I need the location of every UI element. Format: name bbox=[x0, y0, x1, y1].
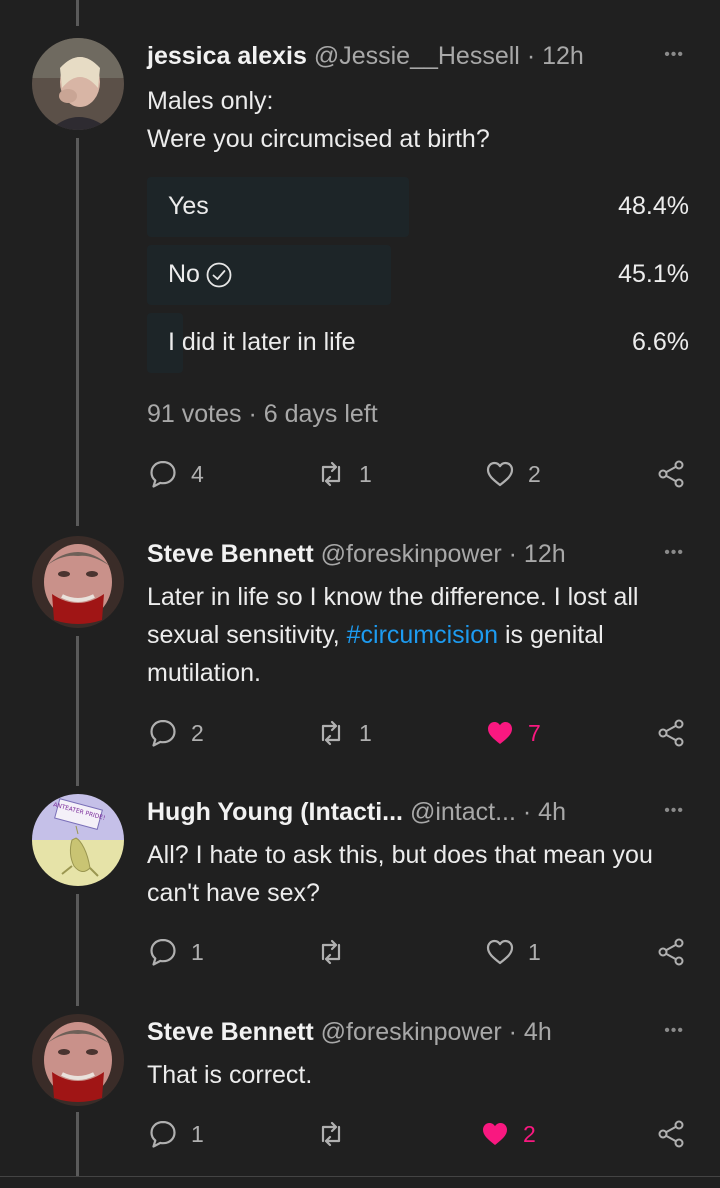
reply-icon bbox=[150, 719, 176, 747]
poll-option-no: No 45.1% bbox=[147, 245, 689, 305]
reply-count: 1 bbox=[191, 1120, 204, 1147]
tweet-text: That is correct. bbox=[147, 1061, 313, 1089]
retweet-count: 1 bbox=[359, 719, 372, 746]
tweet-text-line: Males only: bbox=[147, 87, 274, 115]
reply-button[interactable]: 1 bbox=[147, 936, 204, 968]
retweet-button[interactable]: 1 bbox=[315, 717, 372, 749]
like-count: 2 bbox=[523, 1120, 536, 1147]
timestamp[interactable]: · 12h bbox=[509, 540, 566, 568]
timestamp[interactable]: · 12h bbox=[527, 42, 584, 70]
share-button[interactable] bbox=[655, 1118, 687, 1150]
heart-icon bbox=[486, 939, 514, 965]
retweet-icon bbox=[321, 939, 341, 965]
tweet-header: Hugh Young (Intacti... @intact... · 4h bbox=[147, 798, 690, 827]
check-circle-icon bbox=[206, 262, 232, 287]
user-handle[interactable]: @foreskinpower bbox=[321, 540, 502, 568]
share-button[interactable] bbox=[655, 458, 687, 490]
poll-option-label: No bbox=[168, 260, 200, 288]
poll-option-label: I did it later in life bbox=[168, 328, 356, 356]
retweet-button[interactable] bbox=[315, 936, 359, 968]
tweet-text: Males only: Were you circumcised at birt… bbox=[147, 82, 680, 158]
heart-filled-icon bbox=[483, 1123, 507, 1145]
like-count: 7 bbox=[528, 719, 541, 746]
reply-icon bbox=[150, 1120, 176, 1148]
reply-count: 1 bbox=[191, 938, 204, 965]
more-options-icon[interactable]: ••• bbox=[664, 46, 684, 64]
display-name[interactable]: Steve Bennett bbox=[147, 540, 314, 568]
share-icon bbox=[658, 1120, 684, 1148]
retweet-button[interactable] bbox=[315, 1118, 359, 1150]
user-handle[interactable]: @Jessie__Hessell bbox=[314, 42, 520, 70]
retweet-icon bbox=[321, 720, 341, 746]
tweet-actions: 1 1 bbox=[147, 936, 692, 970]
thread-line bbox=[76, 138, 79, 526]
reply-count: 4 bbox=[191, 460, 204, 487]
display-name[interactable]: Hugh Young (Intacti... bbox=[147, 798, 403, 826]
thread-line bbox=[76, 894, 79, 1006]
timestamp[interactable]: · 4h bbox=[523, 798, 566, 826]
share-icon bbox=[658, 938, 684, 966]
like-button[interactable]: 1 bbox=[484, 936, 541, 968]
poll-option-yes: Yes 48.4% bbox=[147, 177, 689, 237]
reply-button[interactable]: 2 bbox=[147, 717, 204, 749]
poll-option-label: Yes bbox=[168, 192, 209, 220]
tweet-actions: 2 1 7 bbox=[147, 717, 692, 751]
tweet-text-line: Were you circumcised at birth? bbox=[147, 125, 490, 153]
like-count: 2 bbox=[528, 460, 541, 487]
poll-option-later: I did it later in life 6.6% bbox=[147, 313, 689, 373]
tweet-header: jessica alexis @Jessie__Hessell · 12h bbox=[147, 42, 690, 71]
retweet-icon bbox=[321, 1121, 341, 1147]
avatar[interactable] bbox=[32, 536, 124, 628]
retweet-count: 1 bbox=[359, 460, 372, 487]
reply-icon bbox=[150, 460, 176, 488]
reply-button[interactable]: 4 bbox=[147, 458, 204, 490]
heart-filled-icon bbox=[488, 722, 512, 744]
reply-button[interactable]: 1 bbox=[147, 1118, 204, 1150]
share-icon bbox=[658, 460, 684, 488]
thread-line bbox=[76, 636, 79, 786]
display-name[interactable]: Steve Bennett bbox=[147, 1018, 314, 1046]
tweet-header: Steve Bennett @foreskinpower · 12h bbox=[147, 540, 690, 569]
retweet-button[interactable]: 1 bbox=[315, 458, 372, 490]
avatar[interactable] bbox=[32, 38, 124, 130]
thread-line bbox=[76, 1112, 79, 1176]
poll-percent: 45.1% bbox=[618, 260, 689, 288]
reply-count: 2 bbox=[191, 719, 204, 746]
tweet-actions: 1 2 bbox=[147, 1118, 692, 1152]
like-button[interactable]: 2 bbox=[484, 458, 541, 490]
share-button[interactable] bbox=[655, 717, 687, 749]
tweet-actions: 4 1 2 bbox=[147, 458, 692, 492]
poll-summary: 91 votes · 6 days left bbox=[147, 400, 378, 428]
timestamp[interactable]: · 4h bbox=[509, 1018, 552, 1046]
heart-icon bbox=[486, 461, 514, 487]
reply-icon bbox=[150, 938, 176, 966]
tweet-text: Later in life so I know the difference. … bbox=[147, 578, 680, 692]
like-count: 1 bbox=[528, 938, 541, 965]
hashtag-link[interactable]: #circumcision bbox=[347, 621, 498, 649]
user-handle[interactable]: @foreskinpower bbox=[321, 1018, 502, 1046]
share-icon bbox=[658, 719, 684, 747]
divider bbox=[0, 1176, 720, 1177]
display-name[interactable]: jessica alexis bbox=[147, 42, 307, 70]
like-button[interactable]: 7 bbox=[484, 717, 541, 749]
avatar[interactable]: ANTEATER PRIDE! bbox=[32, 794, 124, 886]
avatar[interactable] bbox=[32, 1014, 124, 1106]
tweet-header: Steve Bennett @foreskinpower · 4h bbox=[147, 1018, 690, 1047]
user-handle[interactable]: @intact... bbox=[410, 798, 516, 826]
more-options-icon[interactable]: ••• bbox=[664, 1022, 684, 1040]
more-options-icon[interactable]: ••• bbox=[664, 544, 684, 562]
poll-percent: 48.4% bbox=[618, 192, 689, 220]
tweet-text: All? I hate to ask this, but does that m… bbox=[147, 841, 653, 907]
more-options-icon[interactable]: ••• bbox=[664, 802, 684, 820]
thread-line bbox=[76, 0, 79, 26]
poll-percent: 6.6% bbox=[632, 328, 689, 356]
retweet-icon bbox=[321, 461, 341, 487]
like-button[interactable]: 2 bbox=[479, 1118, 536, 1150]
share-button[interactable] bbox=[655, 936, 687, 968]
